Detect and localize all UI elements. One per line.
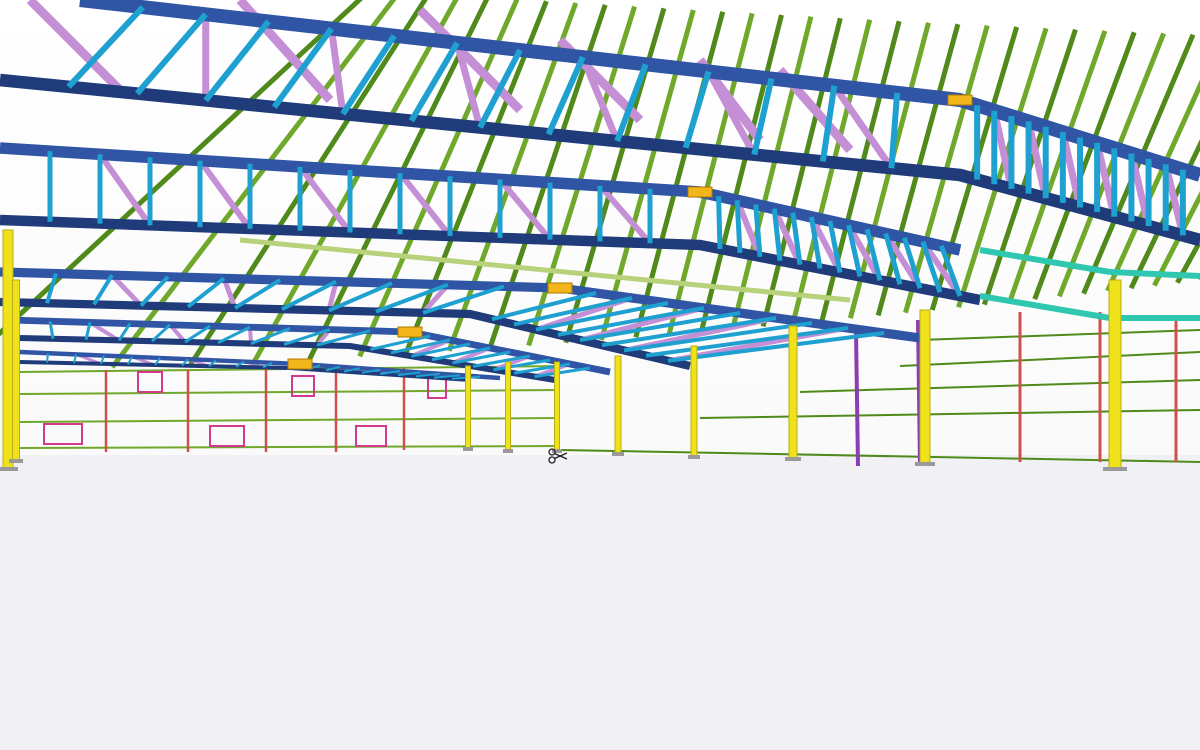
steel-column [919, 309, 931, 466]
truss-web [888, 92, 901, 169]
connection-plate [397, 326, 423, 338]
steel-columns [0, 229, 1127, 471]
purlin [1175, 236, 1200, 284]
3d-model-viewport[interactable] [0, 0, 1200, 750]
truss-web [92, 274, 114, 306]
steel-column [505, 361, 511, 453]
side-wall-girts [559, 329, 1200, 463]
column-base-plate [915, 462, 935, 466]
steel-column [788, 325, 798, 461]
steel-column [465, 365, 471, 451]
truss-web [186, 276, 226, 309]
truss-web [682, 70, 712, 149]
connection-plate [687, 186, 713, 198]
connection-plate [287, 358, 313, 370]
truss-diagonal [397, 171, 453, 238]
structural-frame-scene[interactable] [0, 0, 1200, 750]
back-wall-posts [104, 368, 406, 452]
connection-plate [947, 94, 973, 106]
column-base-plate [612, 452, 624, 456]
column-base-plate [463, 447, 473, 451]
steel-column [12, 279, 20, 463]
truss-web [134, 12, 208, 96]
truss-web [203, 19, 271, 103]
truss-web [46, 353, 49, 363]
steel-column [614, 355, 622, 456]
floor-plane [0, 455, 1200, 750]
connection-plate [547, 282, 573, 294]
truss-web [716, 196, 723, 249]
steel-column [2, 229, 14, 471]
column-base-plate [785, 457, 801, 461]
column-base-plate [9, 459, 23, 463]
scissors-cursor-icon [548, 448, 568, 464]
truss-web [734, 200, 743, 253]
purple-posts [854, 319, 922, 467]
column-base-plate [688, 455, 700, 459]
column-base-plate [503, 449, 513, 453]
column-base-plate [0, 467, 18, 471]
truss-web [340, 34, 397, 116]
steel-column [1108, 279, 1122, 471]
steel-column [554, 361, 560, 453]
back-wall-openings [43, 371, 447, 447]
column-base-plate [1103, 467, 1127, 471]
steel-column [690, 345, 698, 459]
